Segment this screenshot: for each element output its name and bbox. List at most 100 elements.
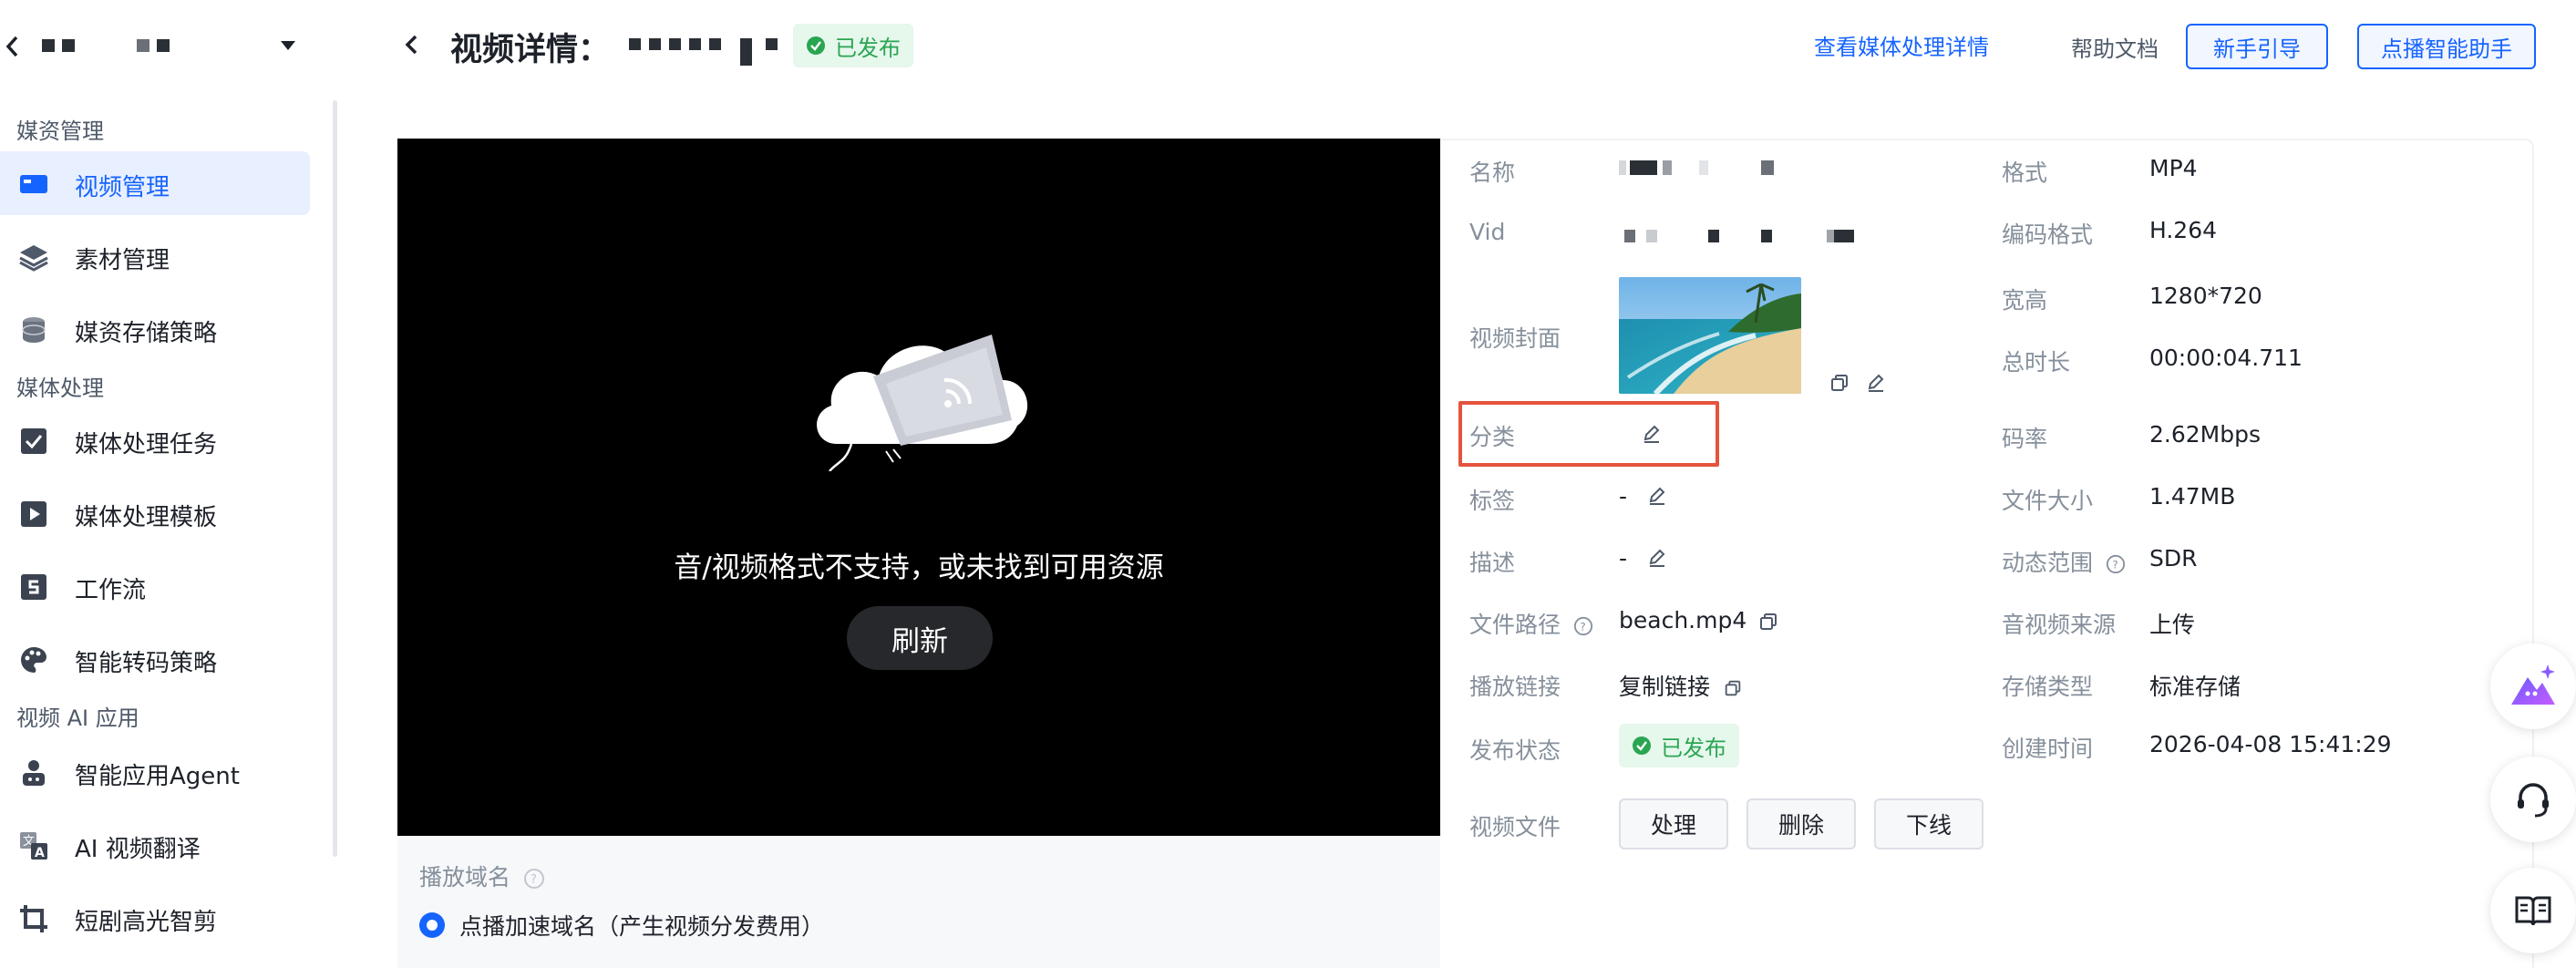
duration-label: 总时长	[2002, 349, 2071, 376]
sidebar-item-highlight-clip[interactable]: 短剧高光智剪	[0, 886, 310, 950]
sidebar-group-media-assets: 媒资管理	[16, 118, 104, 144]
domain-option-vod-acceleration[interactable]: 点播加速域名（产生视频分发费用）	[417, 909, 824, 942]
svg-text:?: ?	[531, 873, 537, 887]
caret-down-icon	[281, 41, 295, 50]
sidebar-group-media-processing: 媒体处理	[16, 376, 104, 401]
sidebar-item-label: 媒资存储策略	[75, 320, 218, 347]
help-docs-link[interactable]: 帮助文档	[2071, 31, 2159, 63]
bitrate-value: 2.62Mbps	[2149, 421, 2261, 448]
svg-text:A: A	[35, 846, 45, 860]
cover-label: 视频封面	[1469, 325, 1561, 352]
agent-icon	[18, 757, 49, 788]
beginner-guide-button[interactable]: 新手引导	[2186, 24, 2328, 69]
playback-domain-label: 播放域名 ?	[419, 860, 545, 892]
media-processing-details-link[interactable]: 查看媒体处理详情	[1814, 29, 1989, 61]
help-circle-icon[interactable]: ?	[2106, 554, 2126, 574]
edit-tags-icon[interactable]	[1646, 485, 1668, 507]
file-path-label: 文件路径 ?	[1469, 607, 1593, 640]
sidebar-item-label: 素材管理	[75, 247, 170, 274]
created-time-value: 2026-04-08 15:41:29	[2149, 731, 2392, 757]
sidebar-item-agent[interactable]: 智能应用Agent	[0, 740, 310, 804]
codec-value: H.264	[2149, 217, 2218, 243]
customer-service-fab[interactable]	[2490, 757, 2576, 842]
refresh-button[interactable]: 刷新	[847, 606, 993, 670]
book-open-icon	[2515, 896, 2551, 926]
playback-domain-label-text: 播放域名	[419, 864, 511, 891]
publish-status-value: 已发布	[1661, 735, 1726, 761]
copy-link-icon	[1725, 680, 1741, 696]
video-player[interactable]: 音/视频格式不支持，或未找到可用资源 刷新	[397, 139, 1440, 836]
tags-value: -	[1619, 483, 1628, 510]
svg-text:?: ?	[2112, 559, 2117, 572]
layers-icon	[18, 242, 49, 273]
status-badge: 已发布	[793, 24, 913, 67]
sidebar-item-material-management[interactable]: 素材管理	[0, 224, 310, 288]
docs-fab[interactable]	[2490, 868, 2576, 953]
domain-option-label: 点播加速域名（产生视频分发费用）	[459, 913, 825, 940]
description-value: -	[1619, 545, 1628, 572]
database-icon	[18, 314, 49, 345]
video-name-redacted	[629, 36, 784, 66]
check-circle-icon	[807, 36, 825, 55]
publish-status-label: 发布状态	[1469, 737, 1561, 764]
sidebar-back-icon[interactable]	[4, 35, 22, 58]
video-cover-thumbnail[interactable]	[1619, 277, 1801, 394]
duration-value: 00:00:04.711	[2149, 345, 2303, 371]
name-label: 名称	[1469, 160, 1516, 186]
sidebar-item-processing-tasks[interactable]: 媒体处理任务	[0, 408, 310, 472]
help-circle-icon[interactable]: ?	[1573, 616, 1593, 636]
video-icon	[18, 169, 49, 200]
crop-icon	[18, 903, 49, 934]
copy-icon[interactable]	[1829, 372, 1850, 394]
broken-media-icon	[809, 325, 1037, 471]
format-value: MP4	[2149, 155, 2198, 181]
dimensions-label: 宽高	[2002, 287, 2048, 314]
copy-path-icon[interactable]	[1757, 611, 1779, 633]
sidebar-item-video-management[interactable]: 视频管理	[0, 151, 310, 215]
sidebar-item-label: AI 视频翻译	[75, 836, 201, 863]
dynamic-range-label-text: 动态范围	[2002, 550, 2094, 576]
task-check-icon	[18, 426, 49, 457]
publish-status-badge: 已发布	[1619, 724, 1739, 767]
dynamic-range-label: 动态范围 ?	[2002, 545, 2126, 578]
process-button[interactable]: 处理	[1619, 798, 1728, 850]
video-file-label: 视频文件	[1469, 814, 1561, 840]
description-label: 描述	[1469, 550, 1516, 576]
radio-selected-icon[interactable]	[417, 911, 447, 940]
sidebar-item-processing-templates[interactable]: 媒体处理模板	[0, 481, 310, 545]
category-highlight-box	[1458, 401, 1719, 467]
status-badge-label: 已发布	[835, 35, 901, 61]
file-path-label-text: 文件路径	[1469, 612, 1561, 638]
sidebar-item-label: 媒体处理任务	[75, 431, 218, 458]
format-label: 格式	[2002, 160, 2048, 186]
help-circle-icon[interactable]: ?	[523, 868, 545, 890]
storage-type-value: 标准存储	[2149, 674, 2241, 700]
sidebar-item-smart-transcode[interactable]: 智能转码策略	[0, 627, 310, 691]
file-path-value: beach.mp4	[1619, 607, 1747, 633]
copy-link-button[interactable]: 复制链接	[1619, 669, 1743, 702]
ai-assistant-fab[interactable]	[2490, 644, 2576, 729]
headset-icon	[2518, 783, 2549, 818]
account-switcher[interactable]	[42, 36, 306, 57]
vod-assistant-button[interactable]: 点播智能助手	[2357, 24, 2536, 69]
play-template-icon	[18, 499, 49, 530]
sidebar-item-label: 视频管理	[75, 174, 170, 201]
edit-description-icon[interactable]	[1646, 547, 1668, 569]
offline-button[interactable]: 下线	[1874, 798, 1984, 850]
dimensions-value: 1280*720	[2149, 283, 2262, 309]
source-label: 音视频来源	[2002, 612, 2117, 638]
back-button[interactable]	[399, 31, 425, 58]
delete-button[interactable]: 删除	[1747, 798, 1856, 850]
file-size-value: 1.47MB	[2149, 483, 2236, 510]
sidebar-item-ai-translate[interactable]: 文A AI 视频翻译	[0, 813, 310, 877]
name-value-redacted	[1619, 160, 1783, 175]
sidebar: 媒资管理 视频管理 素材管理 媒资存储策略 媒体处理 媒体处理任务 媒体处理模板	[0, 0, 337, 968]
playback-domain-panel: 播放域名 ? 点播加速域名（产生视频分发费用）	[397, 836, 1440, 968]
sidebar-item-workflow[interactable]: 工作流	[0, 554, 310, 618]
sidebar-scrollbar[interactable]	[333, 100, 337, 857]
sidebar-item-storage-policy[interactable]: 媒资存储策略	[0, 297, 310, 361]
unsupported-format-message: 音/视频格式不支持，或未找到可用资源	[674, 551, 1164, 584]
dynamic-range-value: SDR	[2149, 545, 2198, 572]
edit-cover-icon[interactable]	[1865, 372, 1887, 394]
translate-icon: 文A	[18, 830, 49, 861]
